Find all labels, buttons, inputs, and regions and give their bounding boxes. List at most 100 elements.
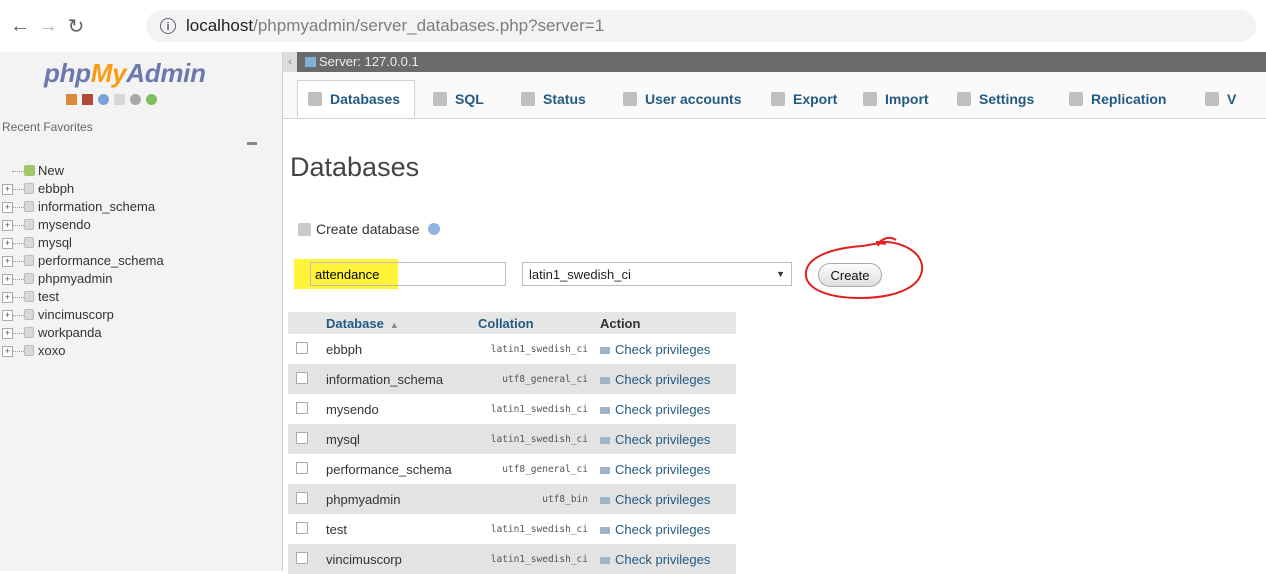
docs-icon[interactable] <box>114 94 125 105</box>
tab-export[interactable]: Export <box>761 80 845 118</box>
tab-user-accounts[interactable]: User accounts <box>613 80 753 118</box>
variables-icon <box>1205 92 1219 106</box>
url-path: /phpmyadmin/server_databases.php?server=… <box>253 16 605 35</box>
database-name-link[interactable]: mysendo <box>320 394 472 424</box>
toggle-nav-icon[interactable]: ‹ <box>283 52 297 72</box>
database-icon <box>24 237 34 248</box>
back-arrow-icon[interactable]: ← <box>6 12 34 40</box>
tree-item-database[interactable]: + phpmyadmin <box>0 270 164 288</box>
check-privileges-link[interactable]: Check privileges <box>594 424 736 454</box>
column-header-database[interactable]: Database ▲ <box>320 312 472 334</box>
database-name-link[interactable]: test <box>320 514 472 544</box>
tree-item-database[interactable]: + ebbph <box>0 180 164 198</box>
tree-item-database[interactable]: + mysendo <box>0 216 164 234</box>
privileges-icon <box>600 406 610 414</box>
tree-item-database[interactable]: + information_schema <box>0 198 164 216</box>
database-name-link[interactable]: ebbph <box>320 334 472 364</box>
database-name-link[interactable]: information_schema <box>320 364 472 394</box>
server-breadcrumb-bar: ‹ Server: 127.0.0.1 <box>283 52 1266 72</box>
settings-icon[interactable] <box>130 94 141 105</box>
check-privileges-link[interactable]: Check privileges <box>594 454 736 484</box>
reload-icon[interactable]: ↻ <box>62 12 90 40</box>
recent-favorites-links[interactable]: Recent Favorites <box>2 120 93 134</box>
privileges-icon <box>600 376 610 384</box>
status-icon <box>521 92 535 106</box>
site-info-icon[interactable]: i <box>160 18 176 34</box>
privileges-icon <box>600 556 610 564</box>
forward-arrow-icon[interactable]: → <box>34 12 62 40</box>
tree-item-database[interactable]: + performance_schema <box>0 252 164 270</box>
table-row: mysendo latin1_swedish_ci Check privileges <box>288 394 736 424</box>
collation-cell: latin1_swedish_ci <box>472 544 594 574</box>
database-name-link[interactable]: performance_schema <box>320 454 472 484</box>
database-name-input[interactable] <box>310 262 506 286</box>
create-database-heading: Create database <box>298 221 440 237</box>
tab-v[interactable]: V <box>1195 80 1255 118</box>
row-checkbox[interactable] <box>288 544 320 574</box>
tab-sql[interactable]: SQL <box>423 80 503 118</box>
reload-nav-icon[interactable] <box>146 94 157 105</box>
tree-item-label: xoxo <box>38 343 66 358</box>
privileges-icon <box>600 346 610 354</box>
check-privileges-link[interactable]: Check privileges <box>594 364 736 394</box>
create-button[interactable]: Create <box>818 263 882 287</box>
tree-item-database[interactable]: + test <box>0 288 164 306</box>
tree-item-new[interactable]: New <box>0 162 164 180</box>
database-icon <box>308 92 322 106</box>
logout-icon[interactable] <box>82 94 93 105</box>
row-checkbox[interactable] <box>288 514 320 544</box>
help-icon[interactable] <box>98 94 109 105</box>
row-checkbox[interactable] <box>288 394 320 424</box>
tree-item-database[interactable]: + xoxo <box>0 342 164 360</box>
tree-item-label: mysql <box>38 235 72 250</box>
tree-item-label: performance_schema <box>38 253 164 268</box>
check-privileges-link[interactable]: Check privileges <box>594 514 736 544</box>
tab-status[interactable]: Status <box>511 80 605 118</box>
address-bar[interactable]: i localhost/phpmyadmin/server_databases.… <box>146 10 1256 42</box>
privileges-icon <box>600 466 610 474</box>
check-privileges-link[interactable]: Check privileges <box>594 484 736 514</box>
database-name-link[interactable]: vincimuscorp <box>320 544 472 574</box>
tab-settings[interactable]: Settings <box>947 80 1051 118</box>
tab-replication[interactable]: Replication <box>1059 80 1187 118</box>
tree-item-label: mysendo <box>38 217 91 232</box>
row-checkbox[interactable] <box>288 424 320 454</box>
check-privileges-link[interactable]: Check privileges <box>594 544 736 574</box>
row-checkbox[interactable] <box>288 484 320 514</box>
tree-item-database[interactable]: + workpanda <box>0 324 164 342</box>
row-checkbox[interactable] <box>288 334 320 364</box>
database-icon <box>24 255 34 266</box>
database-name-link[interactable]: phpmyadmin <box>320 484 472 514</box>
server-breadcrumb[interactable]: Server: 127.0.0.1 <box>319 52 419 72</box>
create-db-icon <box>298 222 311 236</box>
server-icon <box>305 57 316 67</box>
collation-select[interactable]: latin1_swedish_ci ▼ <box>522 262 792 286</box>
database-icon <box>24 291 34 302</box>
help-icon[interactable] <box>427 223 440 235</box>
row-checkbox[interactable] <box>288 454 320 484</box>
database-icon <box>24 273 34 284</box>
collation-cell: latin1_swedish_ci <box>490 343 588 355</box>
users-icon <box>623 92 637 106</box>
tree-item-database[interactable]: + mysql <box>0 234 164 252</box>
settings-icon <box>957 92 971 106</box>
home-icon[interactable] <box>66 94 77 105</box>
collation-cell: latin1_swedish_ci <box>472 424 594 454</box>
tree-item-database[interactable]: + vincimuscorp <box>0 306 164 324</box>
row-checkbox[interactable] <box>288 364 320 394</box>
browser-toolbar: ← → ↻ i localhost/phpmyadmin/server_data… <box>0 0 1266 52</box>
check-privileges-link[interactable]: Check privileges <box>594 334 736 364</box>
column-header-collation[interactable]: Collation <box>472 312 594 334</box>
phpmyadmin-logo[interactable]: phpMyAdmin <box>44 58 206 89</box>
database-icon <box>24 219 34 230</box>
tree-item-label: information_schema <box>38 199 156 214</box>
tab-databases[interactable]: Databases <box>297 80 415 118</box>
privileges-icon <box>600 496 610 504</box>
database-name-link[interactable]: mysql <box>320 424 472 454</box>
check-privileges-link[interactable]: Check privileges <box>594 394 736 424</box>
tab-import[interactable]: Import <box>853 80 939 118</box>
table-header-row: Database ▲ Collation Action <box>288 312 736 334</box>
collation-cell: utf8_bin <box>472 484 594 514</box>
collapse-all-icon[interactable] <box>247 142 257 145</box>
url-host: localhost <box>186 16 254 35</box>
